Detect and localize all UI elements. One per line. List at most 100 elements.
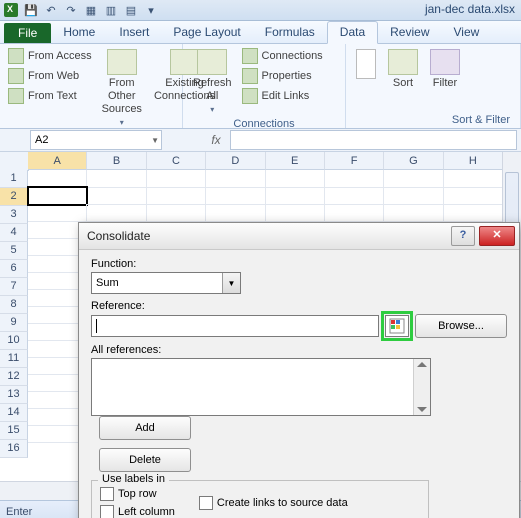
row-header[interactable]: 4 <box>0 224 28 242</box>
properties-button[interactable]: Properties <box>240 67 325 85</box>
from-access-button[interactable]: From Access <box>6 47 94 65</box>
row-header[interactable]: 12 <box>0 368 28 386</box>
sort-filter-group-label: Sort & Filter <box>352 114 514 128</box>
cell[interactable] <box>87 204 146 222</box>
column-header[interactable]: A <box>28 152 87 170</box>
cell[interactable] <box>206 187 265 205</box>
connections-icon <box>242 48 258 64</box>
cell[interactable] <box>325 204 384 222</box>
qat-customize-icon[interactable]: ▾ <box>144 3 158 17</box>
create-links-checkbox[interactable]: Create links to source data <box>199 496 348 510</box>
cell[interactable] <box>147 187 206 205</box>
from-text-button[interactable]: From Text <box>6 87 94 105</box>
select-all-corner[interactable] <box>0 152 29 171</box>
tab-file[interactable]: File <box>4 23 51 43</box>
qat-icon-1[interactable]: ▦ <box>84 3 98 17</box>
function-combo-dropdown-icon[interactable]: ▼ <box>222 273 240 293</box>
formula-bar-row: A2 ▼ fx <box>0 129 521 152</box>
cell[interactable] <box>28 204 87 222</box>
redo-icon[interactable]: ↷ <box>64 3 78 17</box>
cell[interactable] <box>266 170 325 188</box>
column-header[interactable]: B <box>87 152 146 170</box>
cell[interactable] <box>384 187 443 205</box>
column-header[interactable]: D <box>206 152 265 170</box>
dialog-close-button[interactable]: ✕ <box>479 226 515 246</box>
cell[interactable] <box>444 187 503 205</box>
row-header[interactable]: 9 <box>0 314 28 332</box>
row-header[interactable]: 7 <box>0 278 28 296</box>
save-icon[interactable]: 💾 <box>24 3 38 17</box>
column-header[interactable]: G <box>384 152 443 170</box>
refresh-all-button[interactable]: Refresh All <box>189 47 236 118</box>
ribbon: From Access From Web From Text From Othe… <box>0 44 521 129</box>
row-header[interactable]: 2 <box>0 188 28 206</box>
function-combo[interactable]: Sum ▼ <box>91 272 241 294</box>
tab-data[interactable]: Data <box>327 21 378 44</box>
cell[interactable] <box>384 204 443 222</box>
row-header[interactable]: 15 <box>0 422 28 440</box>
filter-button[interactable]: Filter <box>426 47 464 92</box>
row-header[interactable]: 13 <box>0 386 28 404</box>
top-row-checkbox[interactable]: Top row <box>100 487 175 501</box>
left-column-checkbox[interactable]: Left column <box>100 505 175 518</box>
cell[interactable] <box>384 170 443 188</box>
cell[interactable] <box>206 204 265 222</box>
row-header[interactable]: 16 <box>0 440 28 458</box>
row-header[interactable]: 3 <box>0 206 28 224</box>
dialog-help-button[interactable]: ? <box>451 226 475 246</box>
sort-az-button[interactable] <box>352 47 380 83</box>
qat-icon-3[interactable]: ▤ <box>124 3 138 17</box>
cell[interactable] <box>444 170 503 188</box>
sort-button[interactable]: Sort <box>384 47 422 92</box>
cell[interactable] <box>206 170 265 188</box>
dialog-title-bar[interactable]: Consolidate ? ✕ <box>79 223 519 250</box>
column-header[interactable]: C <box>147 152 206 170</box>
all-references-listbox[interactable] <box>91 358 431 416</box>
formula-bar[interactable] <box>230 130 517 150</box>
excel-app-icon[interactable] <box>4 3 18 17</box>
range-picker-button[interactable] <box>385 315 409 337</box>
edit-links-button[interactable]: Edit Links <box>240 87 325 105</box>
dialog-title: Consolidate <box>87 229 150 243</box>
cell[interactable] <box>266 187 325 205</box>
row-header[interactable]: 6 <box>0 260 28 278</box>
browse-button[interactable]: Browse... <box>415 314 507 338</box>
cell[interactable] <box>147 204 206 222</box>
column-header[interactable]: E <box>266 152 325 170</box>
cell[interactable] <box>28 187 87 205</box>
row-header[interactable]: 14 <box>0 404 28 422</box>
cell[interactable] <box>325 170 384 188</box>
from-other-sources-button[interactable]: From Other Sources <box>98 47 146 131</box>
tab-view[interactable]: View <box>442 22 492 43</box>
name-box[interactable]: A2 ▼ <box>30 130 162 150</box>
undo-icon[interactable]: ↶ <box>44 3 58 17</box>
cell[interactable] <box>87 187 146 205</box>
tab-review[interactable]: Review <box>378 22 441 43</box>
tab-insert[interactable]: Insert <box>107 22 161 43</box>
row-header[interactable]: 8 <box>0 296 28 314</box>
row-header[interactable]: 11 <box>0 350 28 368</box>
cell[interactable] <box>87 170 146 188</box>
cell[interactable] <box>266 204 325 222</box>
listbox-scrollbar[interactable] <box>413 359 430 415</box>
reference-input[interactable] <box>91 315 379 337</box>
name-box-dropdown-icon[interactable]: ▼ <box>151 136 159 145</box>
connections-button[interactable]: Connections <box>240 47 325 65</box>
fx-label[interactable]: fx <box>202 133 230 147</box>
row-header[interactable]: 1 <box>0 170 28 188</box>
column-header[interactable]: F <box>325 152 384 170</box>
column-header[interactable]: H <box>444 152 503 170</box>
add-button[interactable]: Add <box>99 416 191 440</box>
from-web-button[interactable]: From Web <box>6 67 94 85</box>
cell[interactable] <box>325 187 384 205</box>
delete-button[interactable]: Delete <box>99 448 191 472</box>
tab-formulas[interactable]: Formulas <box>253 22 327 43</box>
row-header[interactable]: 10 <box>0 332 28 350</box>
cell[interactable] <box>444 204 503 222</box>
tab-home[interactable]: Home <box>51 22 107 43</box>
cell[interactable] <box>28 170 87 188</box>
cell[interactable] <box>147 170 206 188</box>
tab-page-layout[interactable]: Page Layout <box>161 22 252 43</box>
row-header[interactable]: 5 <box>0 242 28 260</box>
qat-icon-2[interactable]: ▥ <box>104 3 118 17</box>
